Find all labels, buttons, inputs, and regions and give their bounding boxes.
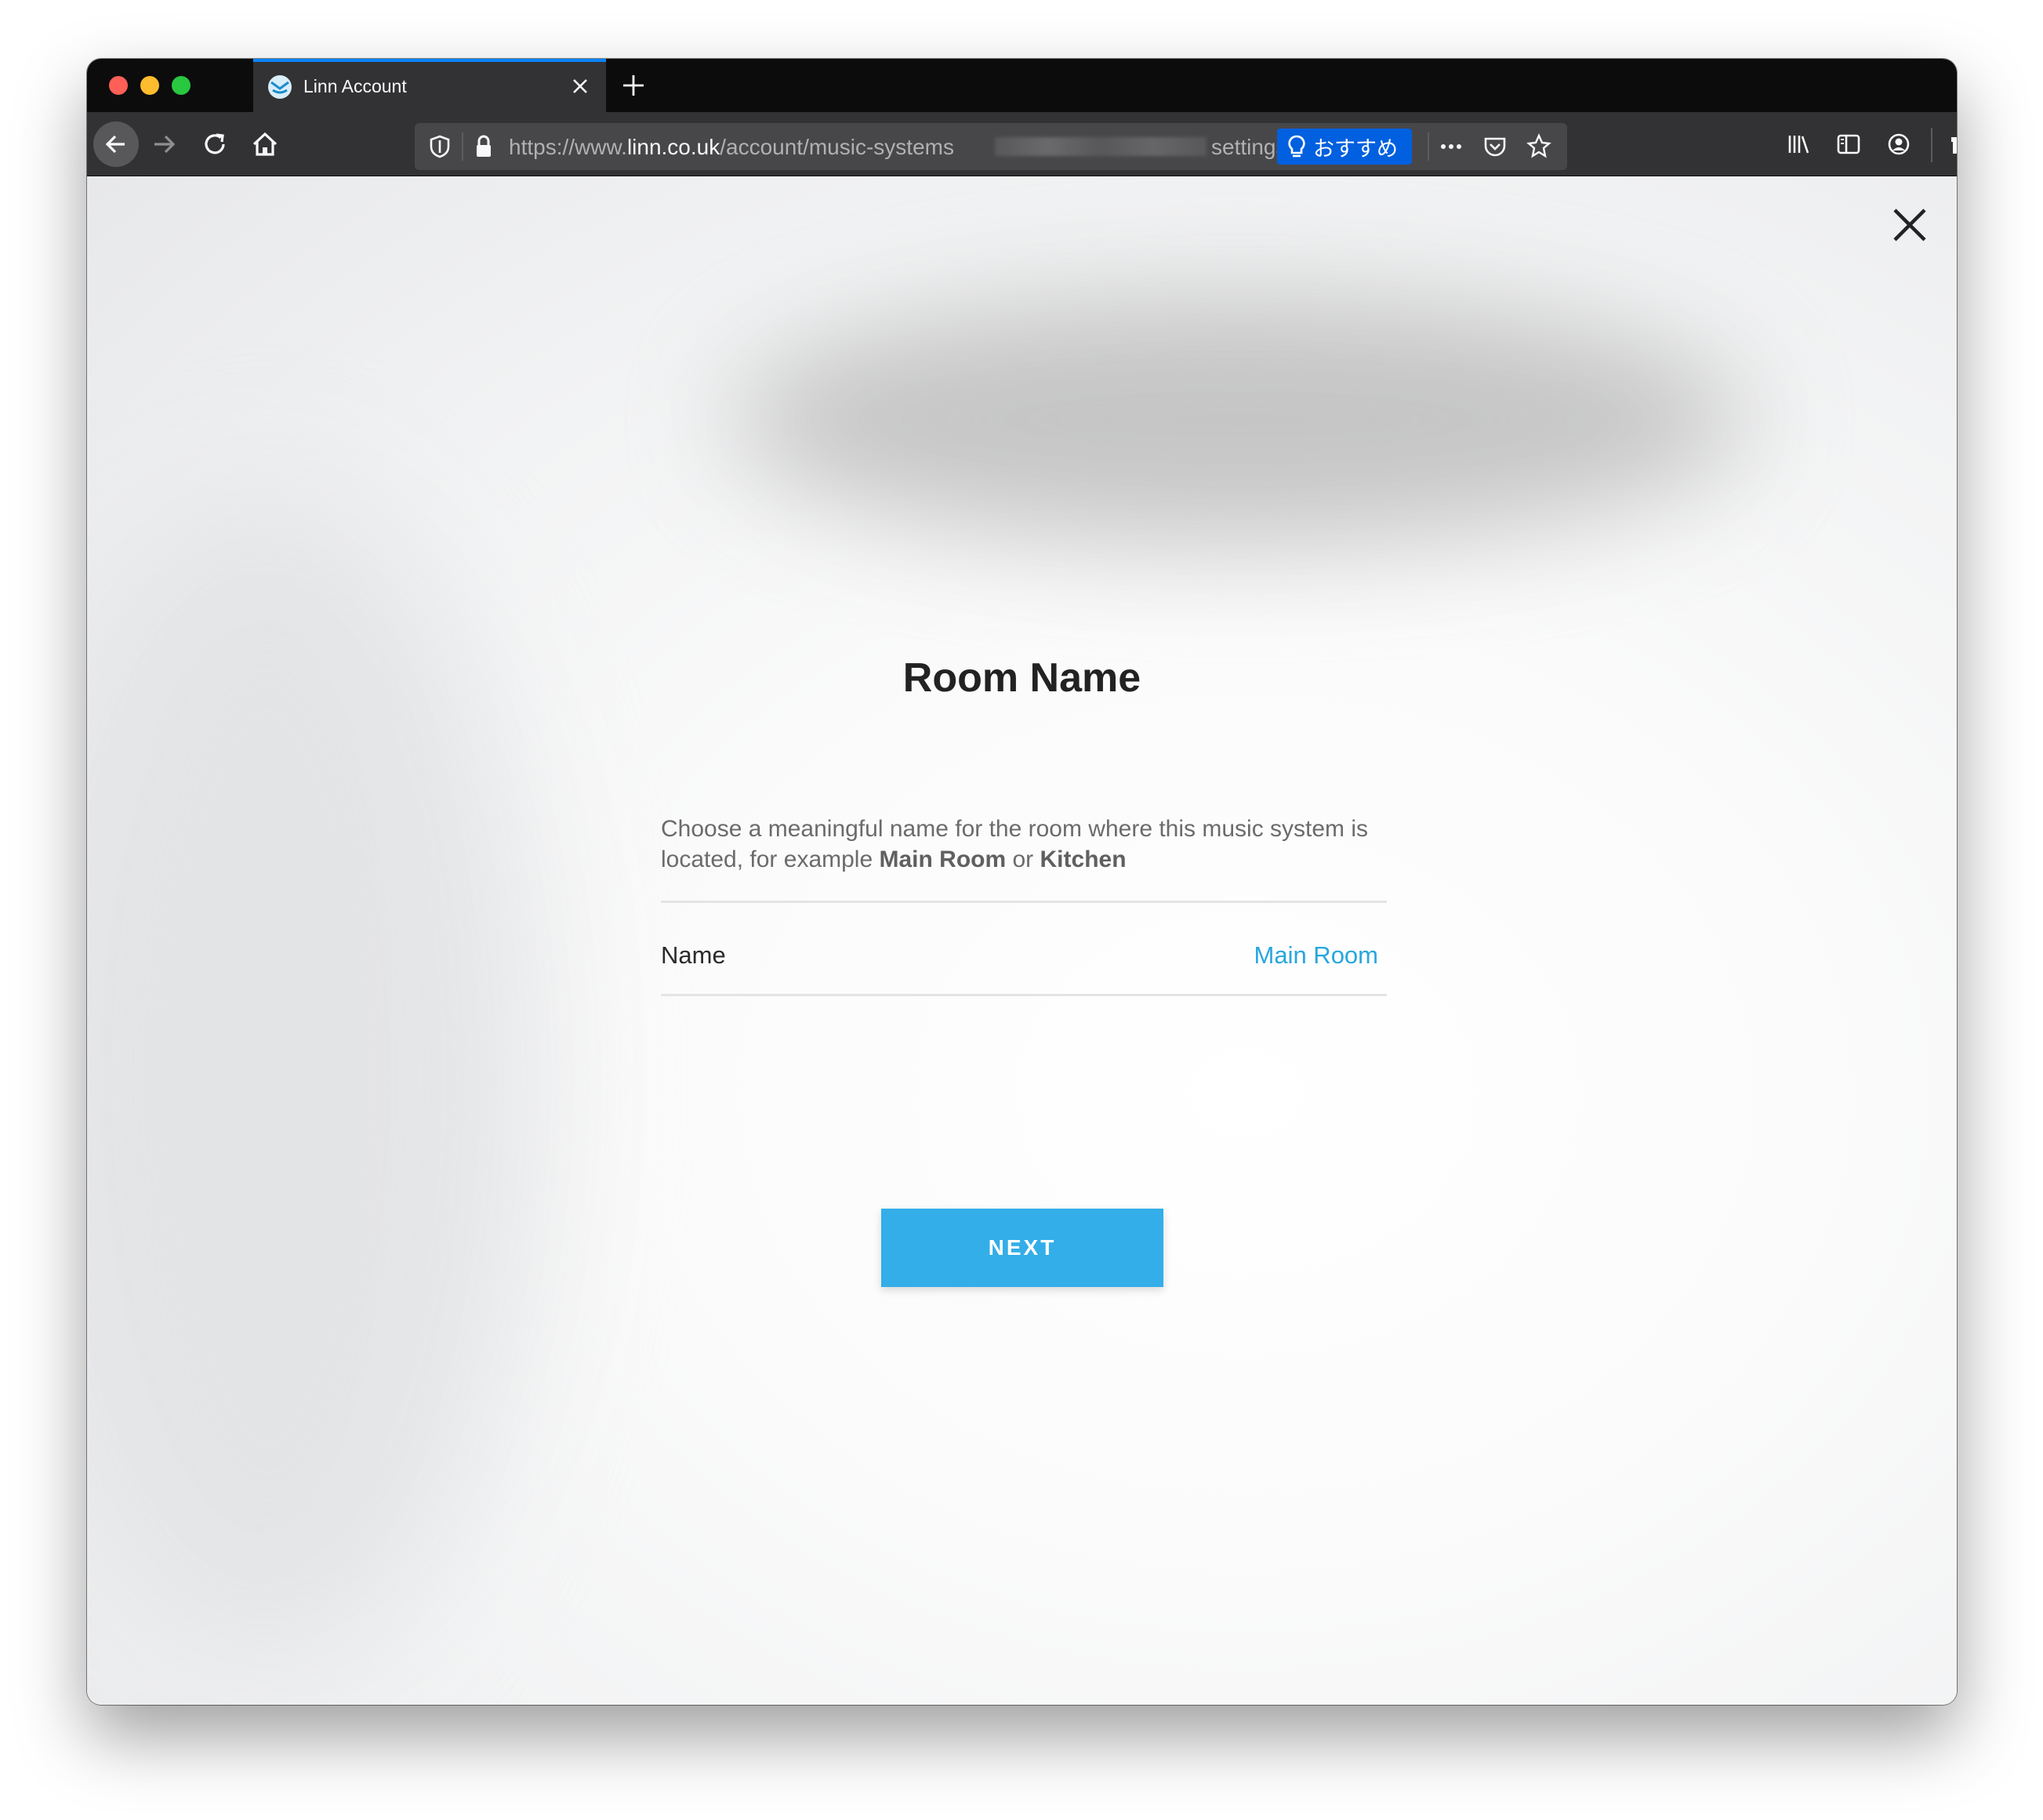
page-title: Room Name (902, 655, 1141, 701)
linn-logo-icon (268, 75, 292, 99)
lock-icon[interactable] (468, 131, 499, 162)
extensions-gift-icon[interactable] (1947, 129, 1957, 160)
browser-window: Linn Account https://www.linn.co.uk/acco… (87, 59, 1957, 1705)
page-actions-icon[interactable] (1435, 131, 1467, 162)
minimize-window-button[interactable] (140, 76, 159, 95)
reload-icon[interactable] (192, 121, 238, 167)
new-tab-icon[interactable] (620, 72, 647, 99)
name-field-value[interactable]: Main Room (1254, 941, 1379, 970)
example-kitchen: Kitchen (1040, 847, 1127, 872)
url-separator (462, 132, 463, 161)
url-host: linn.co.uk (626, 135, 720, 159)
back-button[interactable] (93, 121, 139, 167)
pocket-icon[interactable] (1479, 131, 1511, 162)
toolbar-separator (1931, 128, 1932, 162)
tracking-protection-shield-icon[interactable] (424, 131, 455, 162)
url-scheme: https://www. (509, 135, 627, 159)
example-main-room: Main Room (879, 847, 1007, 872)
back-arrow-icon (105, 135, 125, 154)
page-content: Room Name Choose a meaningful name for t… (87, 176, 1957, 1705)
library-icon[interactable] (1783, 129, 1814, 160)
url-text[interactable]: https://www.linn.co.uk/account/music-sys… (509, 135, 954, 160)
close-dialog-icon[interactable] (1886, 201, 1933, 248)
recommendation-label: おすすめ (1313, 136, 1398, 161)
background-blur-image (730, 294, 1749, 545)
close-window-button[interactable] (109, 76, 128, 95)
description-conjunction: or (1006, 847, 1040, 872)
field-divider-top (661, 901, 1387, 903)
maximize-window-button[interactable] (172, 76, 191, 95)
url-separator (1428, 132, 1429, 161)
account-icon[interactable] (1883, 129, 1914, 160)
field-divider-bottom (661, 994, 1387, 996)
forward-arrow-icon[interactable] (142, 121, 187, 167)
name-field-label: Name (661, 941, 726, 969)
tab-title: Linn Account (303, 76, 407, 96)
url-bar[interactable]: https://www.linn.co.uk/account/music-sys… (415, 123, 1567, 170)
url-path: /account/music-systems (720, 135, 954, 159)
lightbulb-icon (1288, 135, 1305, 158)
redacted-url-segment (995, 137, 1207, 156)
room-name-description: Choose a meaningful name for the room wh… (661, 814, 1398, 875)
navigation-toolbar: https://www.linn.co.uk/account/music-sys… (87, 112, 1957, 176)
bookmark-star-icon[interactable] (1523, 131, 1555, 162)
home-icon[interactable] (242, 121, 288, 167)
sidebar-icon[interactable] (1833, 129, 1864, 160)
close-tab-icon[interactable] (568, 74, 592, 98)
next-button[interactable]: NEXT (881, 1209, 1163, 1287)
tab-strip: Linn Account (87, 59, 1957, 112)
url-tail: settings (1211, 135, 1287, 159)
tab-linn-account[interactable]: Linn Account (253, 59, 606, 112)
recommendation-button[interactable]: おすすめ (1277, 129, 1412, 165)
